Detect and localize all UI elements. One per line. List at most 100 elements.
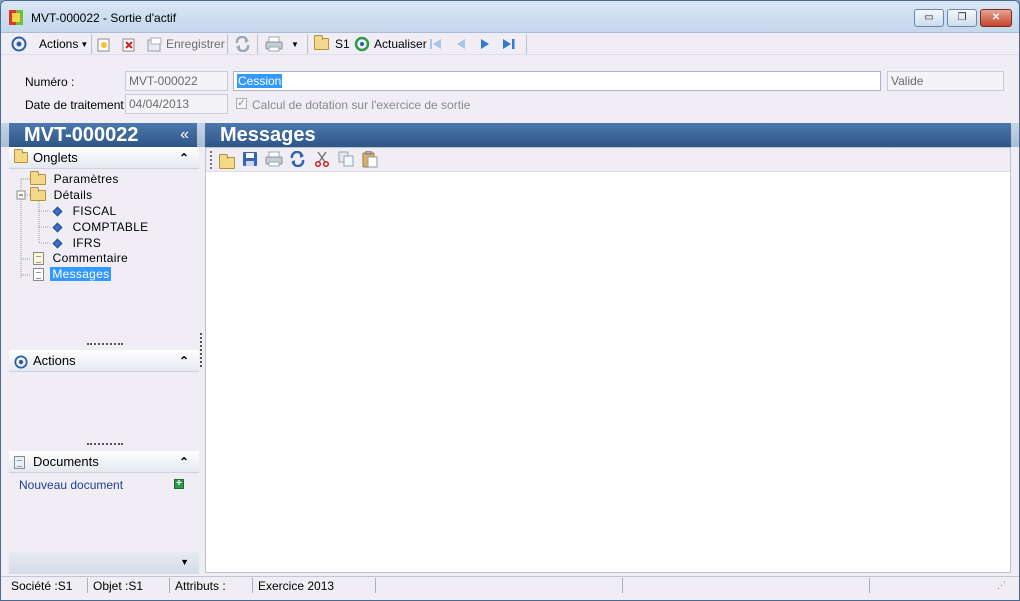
print-button[interactable]: ▼ [265, 35, 299, 53]
folder-icon [30, 171, 46, 186]
documents-section-header[interactable]: Documents ⌃ [9, 451, 199, 473]
collapse-up-icon: ⌃ [178, 354, 189, 368]
save-disk-icon[interactable] [242, 151, 258, 167]
printer-icon[interactable] [265, 151, 283, 167]
delete-button[interactable] [122, 35, 136, 53]
libelle-field[interactable]: Cession [233, 71, 881, 91]
status-bar: Société :S1 Objet :S1 Attributs : Exerci… [1, 576, 1019, 594]
tree-item-label: IFRS [72, 236, 102, 250]
checkmark-icon: ✓ [237, 98, 246, 109]
new-button[interactable] [97, 35, 111, 53]
status-separator [622, 578, 623, 593]
status-objet: Objet :S1 [93, 579, 144, 593]
refresh-button-label: Actualiser [374, 37, 427, 51]
collapse-up-icon: ⌃ [178, 151, 189, 165]
toolbar-separator [307, 34, 308, 54]
onglets-section-header[interactable]: Onglets ⌃ [9, 147, 199, 169]
resize-grip[interactable] [87, 443, 123, 446]
last-record-button[interactable] [501, 35, 517, 53]
target-icon [14, 355, 28, 369]
sync-button[interactable] [234, 35, 251, 53]
open-folder-icon[interactable] [219, 154, 235, 169]
toolbar-separator [257, 34, 258, 54]
nav-overflow-bar[interactable]: ▼ [9, 552, 199, 574]
folder-icon [314, 35, 329, 50]
actions-section-header[interactable]: Actions ⌃ [9, 350, 199, 372]
save-icon [147, 37, 162, 51]
new-document-link[interactable]: Nouveau document [19, 478, 123, 492]
refresh-icon [354, 36, 370, 52]
actions-menu[interactable]: Actions ▼ [11, 35, 88, 53]
tree-item-label: Commentaire [52, 251, 128, 265]
tree-item-commentaire[interactable]: Commentaire [33, 251, 128, 266]
onglets-header-label: Onglets [33, 150, 78, 165]
panel-splitter[interactable] [200, 333, 203, 367]
folder-icon [14, 149, 28, 163]
folder-icon [30, 187, 46, 202]
app-icon [9, 10, 23, 25]
restore-icon: ❐ [957, 12, 967, 23]
sync-icon[interactable] [289, 151, 306, 167]
tree-item-fiscal[interactable]: FISCAL [52, 204, 117, 218]
toolbar-separator [91, 34, 92, 54]
company-s1-button[interactable]: S1 [314, 35, 350, 53]
add-icon[interactable]: + [174, 479, 184, 489]
minimize-icon: ▭ [924, 12, 934, 23]
status-societe: Société :S1 [11, 579, 73, 593]
tree-item-ifrs[interactable]: IFRS [52, 236, 102, 250]
status-separator [252, 578, 253, 593]
diamond-icon [52, 238, 63, 249]
restore-button[interactable]: ❐ [947, 9, 977, 27]
status-field[interactable]: Valide [887, 71, 1004, 91]
collapse-nav-button[interactable]: « [180, 123, 189, 147]
tree-item-label: COMPTABLE [72, 220, 149, 234]
toolbar-separator [227, 34, 228, 54]
calcul-checkbox[interactable]: ✓ [236, 98, 247, 109]
cut-icon[interactable] [314, 151, 330, 167]
document-icon [14, 456, 25, 469]
tree-item-details[interactable]: Détails [30, 187, 93, 202]
minimize-button[interactable]: ▭ [914, 9, 944, 27]
nav-title-text: MVT-000022 [24, 124, 139, 146]
nav-panel-title: MVT-000022 « [9, 123, 197, 147]
status-attributs: Attributs : [175, 579, 226, 593]
tree-item-label: Messages [50, 267, 112, 281]
resize-grip[interactable] [87, 343, 123, 346]
tree-item-comptable[interactable]: COMPTABLE [52, 220, 149, 234]
status-exercice: Exercice 2013 [258, 579, 335, 593]
copy-icon[interactable] [338, 151, 354, 167]
save-button[interactable]: Enregistrer [147, 35, 225, 53]
target-icon [11, 36, 27, 52]
tree-item-label: FISCAL [72, 204, 117, 218]
refresh-button[interactable]: Actualiser [354, 35, 427, 53]
date-field[interactable]: 04/04/2013 [125, 94, 228, 114]
printer-icon [265, 36, 283, 52]
tree-item-label: Détails [53, 188, 93, 202]
document-icon [33, 268, 44, 282]
close-icon: ✕ [991, 12, 1001, 23]
collapse-up-icon: ⌃ [178, 455, 189, 469]
previous-record-button[interactable] [454, 35, 468, 53]
status-separator [375, 578, 376, 593]
last-icon [503, 39, 515, 49]
resize-grip-icon[interactable]: ⋰ [997, 580, 1006, 591]
first-icon [430, 39, 441, 49]
tree-item-parametres[interactable]: Paramètres [30, 171, 119, 186]
next-icon [481, 39, 489, 49]
next-record-button[interactable] [478, 35, 492, 53]
status-separator [87, 578, 88, 593]
chevron-down-icon: ▼ [180, 557, 189, 567]
dropdown-arrow-icon: ▼ [80, 39, 89, 49]
messages-panel [205, 147, 1011, 573]
tree-item-messages[interactable]: Messages [33, 267, 112, 282]
window-title: MVT-000022 - Sortie d'actif [31, 11, 177, 25]
documents-header-label: Documents [33, 454, 99, 469]
actions-menu-label: Actions [39, 37, 79, 51]
paste-icon[interactable] [362, 151, 378, 168]
new-document-icon [97, 38, 110, 51]
close-button[interactable]: ✕ [980, 9, 1012, 27]
dropdown-arrow-icon: ▼ [291, 39, 299, 49]
record-header-form: Numéro : MVT-000022 Cession Valide Date … [1, 61, 1019, 123]
first-record-button[interactable] [429, 35, 443, 53]
numero-field[interactable]: MVT-000022 [125, 71, 228, 91]
